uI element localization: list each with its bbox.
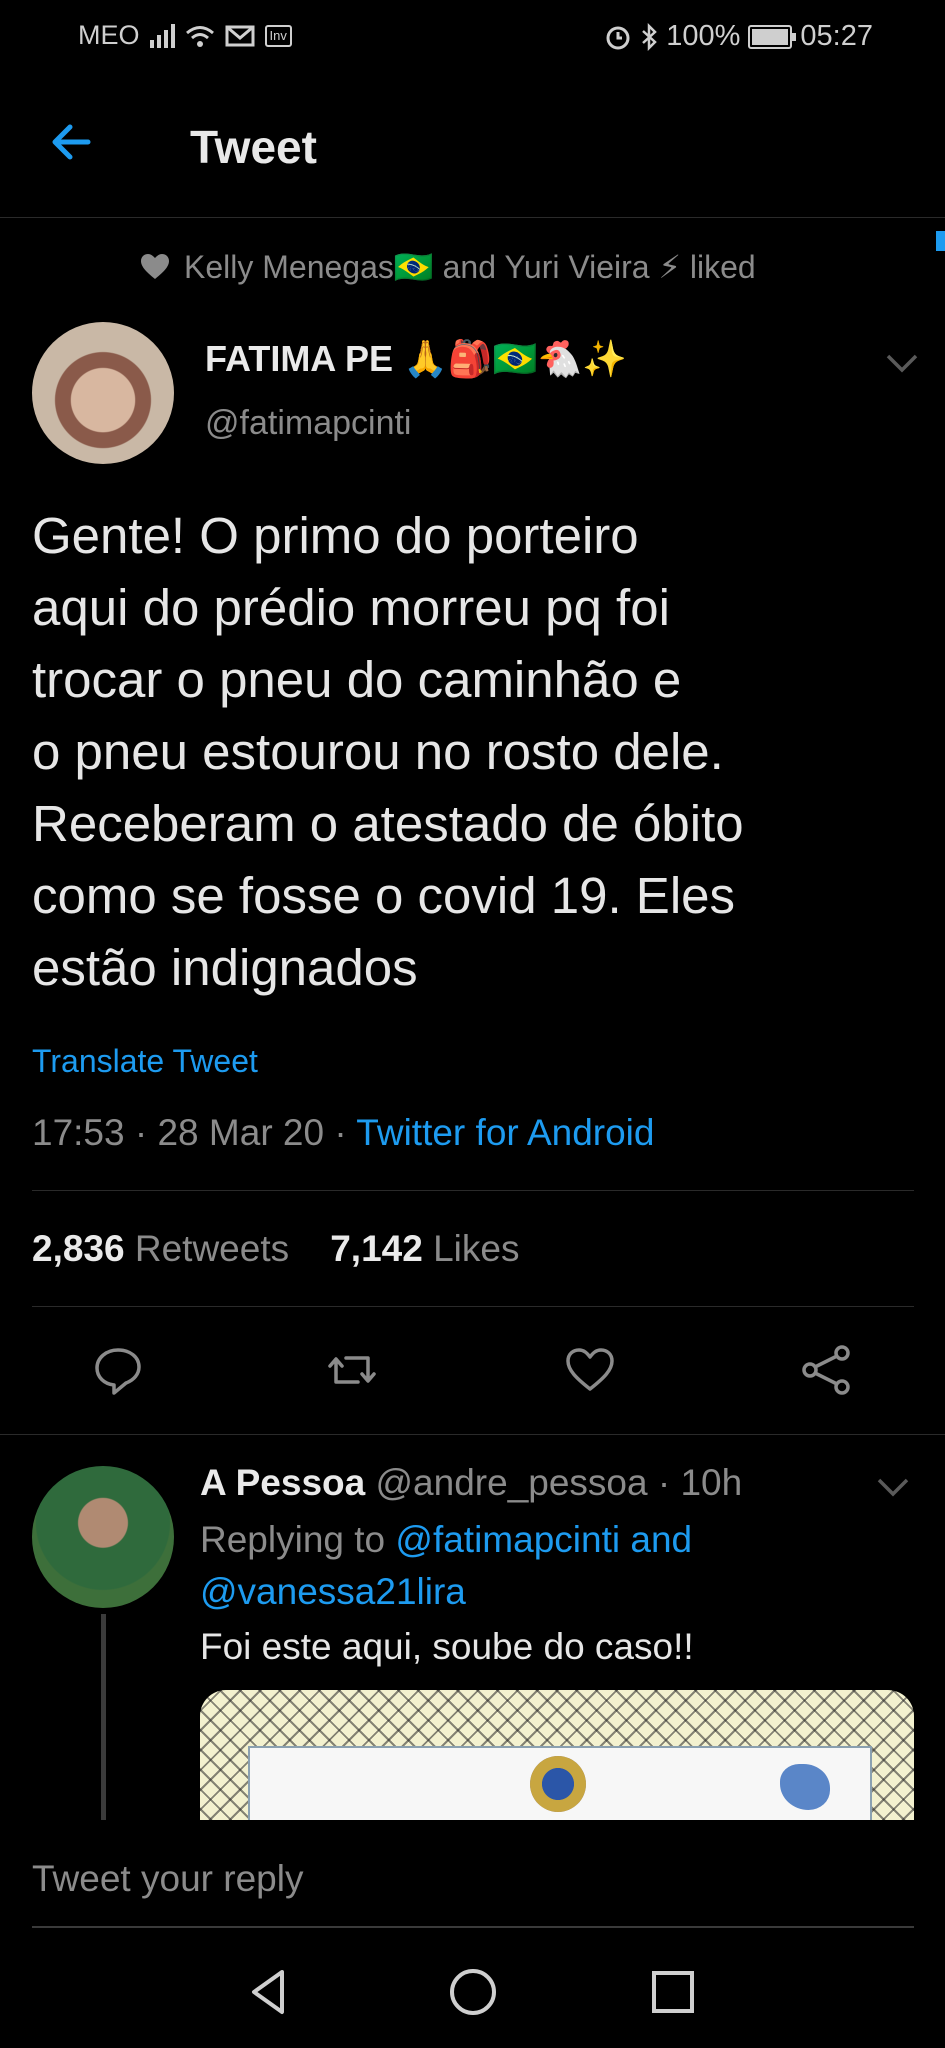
retweet-icon[interactable] [324, 1342, 380, 1398]
signal-icon [149, 23, 175, 48]
reply-media-image[interactable] [200, 1690, 914, 1830]
divider [0, 1434, 945, 1435]
social-context[interactable]: Kelly Menegas🇧🇷 and Yuri Vieira ⚡ liked [140, 248, 756, 286]
meta-separator: · [134, 1112, 158, 1153]
coat-of-arms-icon [530, 1756, 586, 1812]
retweets-label: Retweets [134, 1228, 290, 1269]
tweet-line: estão indignados [32, 939, 418, 996]
wifi-icon [185, 25, 214, 47]
tweet-time: 17:53 [32, 1112, 125, 1153]
translate-tweet-link[interactable]: Translate Tweet [32, 1043, 258, 1080]
reply-input[interactable]: Tweet your reply [32, 1858, 303, 1900]
chevron-down-icon[interactable] [876, 1476, 910, 1498]
status-right: 100% 05:27 [604, 20, 873, 53]
carrier-label: MEO [78, 20, 140, 50]
chevron-down-icon[interactable] [885, 352, 919, 374]
replying-and: and [630, 1519, 693, 1560]
tweet-stats: 2,836 Retweets 7,142 Likes [32, 1228, 520, 1270]
nav-back-icon[interactable] [242, 1964, 298, 2020]
arrow-left-icon[interactable] [44, 114, 100, 170]
reply-author-avatar[interactable] [32, 1466, 174, 1608]
reply-header: A Pessoa @andre_pessoa · 10h [200, 1462, 742, 1504]
mention-link[interactable]: @fatimapcinti [395, 1519, 620, 1560]
tweet-text: Gente! O primo do porteiro aqui do prédi… [32, 500, 912, 1004]
social-context-text: Kelly Menegas🇧🇷 and Yuri Vieira ⚡ liked [184, 249, 756, 285]
page-title: Tweet [190, 121, 317, 173]
replying-to: Replying to @fatimapcinti and @vanessa21… [200, 1514, 900, 1618]
reply-icon[interactable] [90, 1342, 146, 1398]
reply-text: Foi este aqui, soube do caso!! [200, 1626, 694, 1667]
tweet-line: aqui do prédio morreu pq foi [32, 579, 670, 636]
nav-home-icon[interactable] [445, 1964, 501, 2020]
thread-line [101, 1614, 106, 1824]
nav-recents-icon[interactable] [645, 1964, 701, 2020]
inv-badge: Inv [264, 24, 292, 47]
bluetooth-icon [642, 22, 658, 51]
likes-label: Likes [433, 1228, 520, 1269]
tweet-date: 28 Mar 20 [157, 1112, 325, 1153]
status-bar: MEO Inv 100% 05:27 [0, 0, 945, 72]
retweets-count: 2,836 [32, 1228, 125, 1269]
share-icon[interactable] [798, 1342, 854, 1398]
mail-icon [225, 25, 255, 46]
tweet-line: Receberam o atestado de óbito [32, 795, 744, 852]
reply-author-name[interactable]: A Pessoa [200, 1462, 365, 1503]
top-app-bar: Tweet [0, 72, 945, 218]
tweet-line: como se fosse o covid 19. Eles [32, 867, 736, 924]
tweet-actions [0, 1310, 945, 1430]
tweet-line: Gente! O primo do porteiro [32, 507, 639, 564]
tweet-source-link[interactable]: Twitter for Android [356, 1112, 654, 1153]
clock: 05:27 [800, 20, 873, 52]
system-nav-bar [0, 1930, 945, 2048]
divider [32, 1306, 914, 1307]
status-left: MEO Inv [78, 20, 292, 51]
tweet-metadata: 17:53 · 28 Mar 20 · Twitter for Android [32, 1112, 654, 1154]
meta-separator: · [657, 1462, 681, 1503]
reply-author-handle[interactable]: @andre_pessoa [376, 1462, 648, 1503]
reply-input-underline [32, 1926, 914, 1928]
alarm-icon [606, 26, 630, 49]
tweet-line: o pneu estourou no rosto dele. [32, 723, 724, 780]
meta-separator: · [334, 1112, 357, 1153]
replying-prefix: Replying to [200, 1519, 386, 1560]
battery-percent: 100% [666, 20, 741, 52]
likes-stat[interactable]: 7,142 Likes [330, 1228, 519, 1269]
author-avatar[interactable] [32, 322, 174, 464]
author-handle[interactable]: @fatimapcinti [205, 404, 411, 443]
scroll-indicator [936, 231, 945, 251]
mention-link[interactable]: @vanessa21lira [200, 1571, 466, 1612]
reply-age: 10h [680, 1462, 743, 1503]
like-icon[interactable] [562, 1342, 618, 1398]
heart-icon [141, 254, 169, 279]
retweets-stat[interactable]: 2,836 Retweets [32, 1228, 289, 1269]
battery-icon [748, 24, 797, 49]
author-name[interactable]: FATIMA PE 🙏🎒🇧🇷🐔✨ [205, 338, 627, 380]
likes-count: 7,142 [330, 1228, 423, 1269]
tweet-line: trocar o pneu do caminhão e [32, 651, 682, 708]
divider [32, 1190, 914, 1191]
